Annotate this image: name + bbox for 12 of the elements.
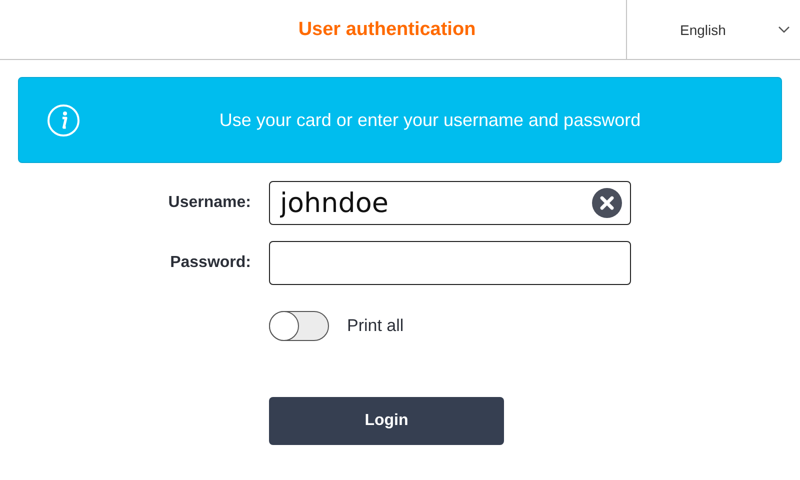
login-button[interactable]: Login: [269, 397, 504, 445]
password-field[interactable]: [269, 241, 631, 285]
page-title: User authentication: [298, 18, 476, 40]
chevron-down-icon: [778, 26, 790, 33]
field-label: Password:: [169, 254, 251, 272]
info-message: Use your card or enter your username and password: [218, 110, 642, 130]
clear-icon[interactable]: [592, 188, 622, 218]
toggle-label: Print all: [347, 316, 404, 336]
field-label: Username:: [167, 194, 251, 212]
print-all-toggle[interactable]: [269, 311, 329, 341]
info-icon: [47, 104, 80, 137]
language-dropdown[interactable]: English: [626, 0, 800, 59]
